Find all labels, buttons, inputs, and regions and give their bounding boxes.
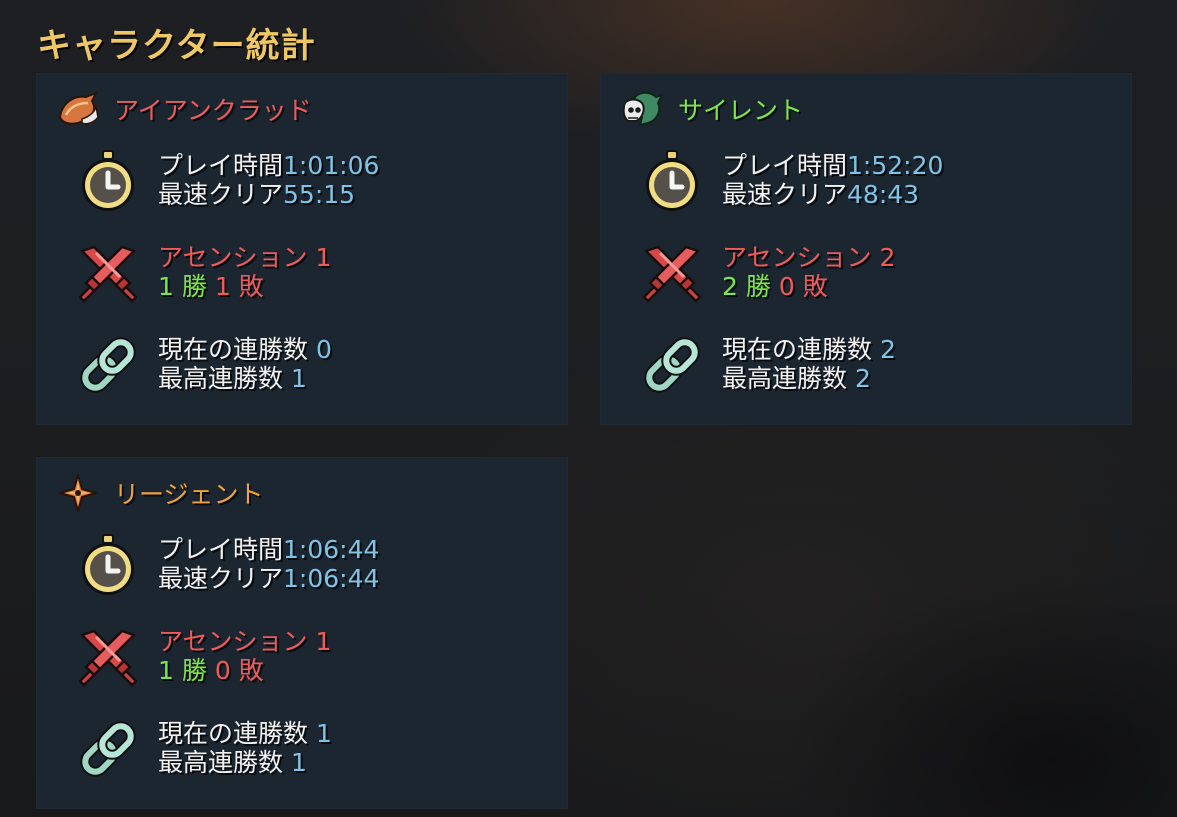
fastest-value: 48:43 (847, 180, 920, 209)
wins-value: 2 (722, 272, 738, 301)
stopwatch-icon (640, 149, 704, 213)
losses-value: 1 (214, 272, 231, 301)
ascension-label: アセンション (722, 243, 872, 272)
stopwatch-icon (76, 149, 140, 213)
character-name: アイアンクラッド (114, 96, 312, 125)
losses-label: 敗 (238, 272, 264, 301)
ascension-stat: アセンション 1 1 勝1 敗 (76, 235, 556, 315)
playtime-label: プレイ時間 (158, 535, 284, 564)
fastest-label: 最速クリア (158, 180, 284, 209)
wins-value: 1 (158, 272, 174, 301)
best-streak-value: 1 (290, 748, 307, 777)
wins-label: 勝 (181, 272, 207, 301)
character-header: リージェント (56, 473, 264, 513)
regent-star-icon (56, 473, 100, 513)
current-streak-label: 現在の連勝数 (158, 335, 309, 364)
playtime-stat: プレイ時間1:52:20 最速クリア48:43 (640, 143, 1120, 223)
ascension-value: 1 (315, 627, 332, 656)
playtime-value: 1:01:06 (283, 151, 380, 180)
silent-skull-icon (620, 89, 664, 129)
crossed-swords-icon (76, 241, 140, 305)
losses-label: 敗 (238, 656, 264, 685)
playtime-value: 1:52:20 (847, 151, 944, 180)
losses-value: 0 (214, 656, 231, 685)
ascension-value: 2 (879, 243, 896, 272)
ascension-value: 1 (315, 243, 332, 272)
playtime-value: 1:06:44 (283, 535, 380, 564)
best-streak-label: 最高連勝数 (158, 748, 284, 777)
character-panel-regent: リージェント プレイ時間1:06:44 最速クリア1:06:44 アセンション … (36, 457, 568, 809)
chain-link-icon (76, 717, 140, 781)
fastest-label: 最速クリア (158, 564, 284, 593)
best-streak-label: 最高連勝数 (722, 364, 848, 393)
losses-value: 0 (778, 272, 795, 301)
fastest-label: 最速クリア (722, 180, 848, 209)
stopwatch-icon (76, 533, 140, 597)
playtime-label: プレイ時間 (158, 151, 284, 180)
playtime-stat: プレイ時間1:01:06 最速クリア55:15 (76, 143, 556, 223)
character-header: サイレント (620, 89, 803, 129)
playtime-stat: プレイ時間1:06:44 最速クリア1:06:44 (76, 527, 556, 607)
wins-value: 1 (158, 656, 174, 685)
ascension-stat: アセンション 1 1 勝0 敗 (76, 619, 556, 699)
streak-stat: 現在の連勝数 0 最高連勝数 1 (76, 327, 556, 407)
chain-link-icon (640, 333, 704, 397)
wins-label: 勝 (745, 272, 771, 301)
fastest-value: 55:15 (283, 180, 356, 209)
character-name: サイレント (678, 96, 804, 125)
character-panel-ironclad: アイアンクラッド プレイ時間1:01:06 最速クリア55:15 アセンション … (36, 73, 568, 425)
character-header: アイアンクラッド (56, 89, 312, 129)
streak-stat: 現在の連勝数 2 最高連勝数 2 (640, 327, 1120, 407)
chain-link-icon (76, 333, 140, 397)
crossed-swords-icon (76, 625, 140, 689)
wins-label: 勝 (181, 656, 207, 685)
ironclad-helmet-icon (56, 89, 100, 129)
streak-stat: 現在の連勝数 1 最高連勝数 1 (76, 711, 556, 791)
ascension-label: アセンション (158, 243, 308, 272)
fastest-value: 1:06:44 (283, 564, 380, 593)
character-panel-silent: サイレント プレイ時間1:52:20 最速クリア48:43 アセンション 2 2… (600, 73, 1132, 425)
best-streak-label: 最高連勝数 (158, 364, 284, 393)
ascension-label: アセンション (158, 627, 308, 656)
current-streak-value: 2 (879, 335, 896, 364)
losses-label: 敗 (802, 272, 828, 301)
current-streak-label: 現在の連勝数 (158, 719, 309, 748)
ascension-stat: アセンション 2 2 勝0 敗 (640, 235, 1120, 315)
best-streak-value: 1 (290, 364, 307, 393)
crossed-swords-icon (640, 241, 704, 305)
character-name: リージェント (114, 480, 264, 509)
current-streak-value: 0 (315, 335, 332, 364)
page-title: キャラクター統計 (37, 26, 316, 66)
current-streak-label: 現在の連勝数 (722, 335, 873, 364)
current-streak-value: 1 (315, 719, 332, 748)
best-streak-value: 2 (854, 364, 871, 393)
playtime-label: プレイ時間 (722, 151, 848, 180)
